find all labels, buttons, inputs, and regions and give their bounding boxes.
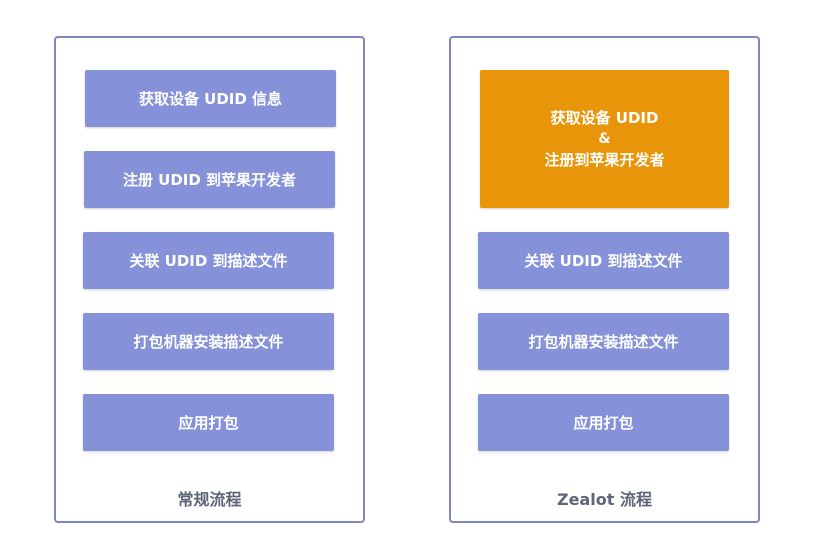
combined-step-line-1: 获取设备 UDID [550,109,659,127]
right-step-combined-udid: 获取设备 UDID & 注册到苹果开发者 [480,70,729,208]
right-step-package-app: 应用打包 [478,394,729,451]
left-step-install-profile: 打包机器安装描述文件 [83,313,334,370]
right-step-install-profile: 打包机器安装描述文件 [478,313,729,370]
left-step-get-udid: 获取设备 UDID 信息 [85,70,336,127]
regular-flow-label: 常规流程 [177,490,242,509]
zealot-flow-label: Zealot 流程 [557,490,652,509]
combined-step-ampersand: & [598,131,611,147]
left-step-package-app: 应用打包 [83,394,334,451]
right-step-link-profile: 关联 UDID 到描述文件 [478,232,729,289]
left-step-link-profile: 关联 UDID 到描述文件 [83,232,334,289]
combined-step-line-2: 注册到苹果开发者 [544,151,665,169]
left-step-register-udid: 注册 UDID 到苹果开发者 [84,151,335,208]
